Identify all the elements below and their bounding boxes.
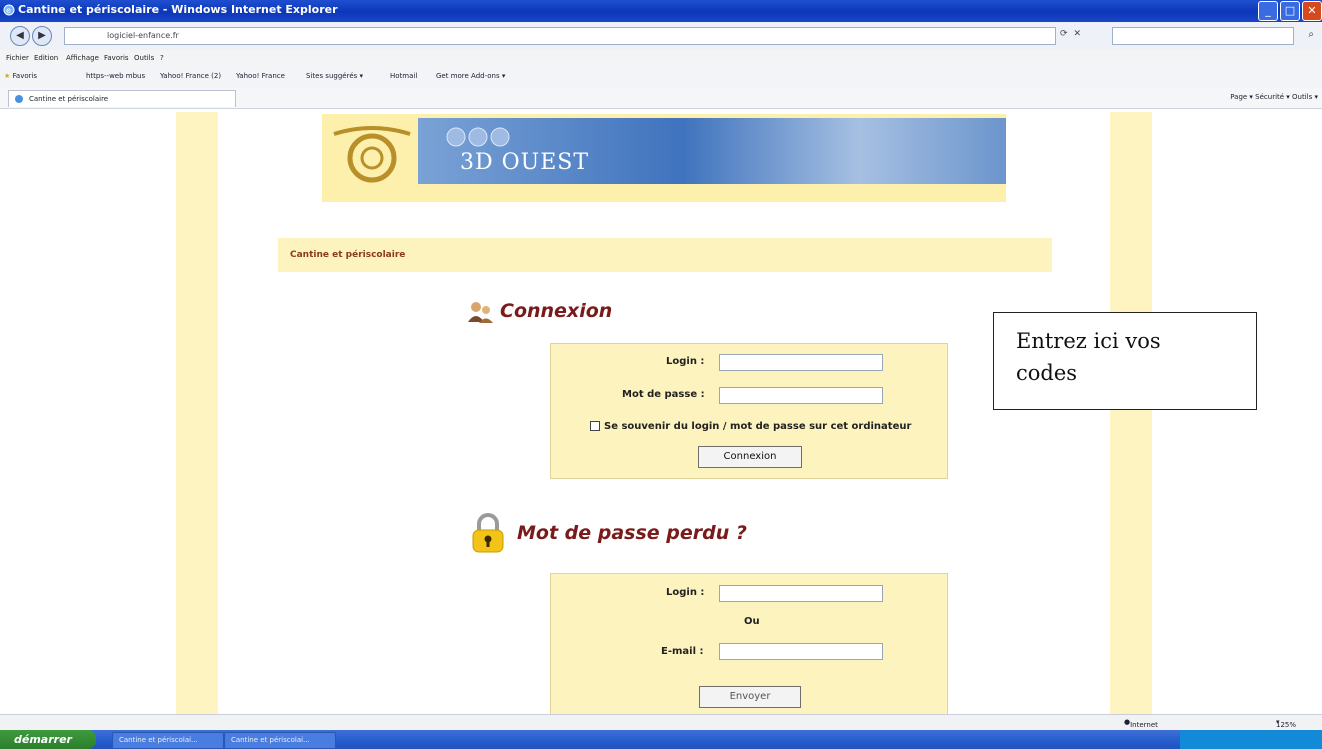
fav-link-https[interactable]: https--web mbus [86,72,145,80]
start-button[interactable]: démarrer [0,730,96,749]
favorites-label: Favoris [12,72,38,80]
url-text: logiciel-enfance.fr [107,31,179,40]
system-tray [1180,730,1322,749]
padlock-icon [472,513,504,553]
callout-line-1: Entrez ici vos [1016,329,1161,353]
menu-item-affichage[interactable]: Affichage [66,54,99,62]
maximize-button[interactable]: □ [1280,1,1300,21]
taskbar: démarrer Cantine et périscolai... Cantin… [0,730,1322,749]
status-bar: ● Internet 125% ▾ [0,714,1322,731]
ie-tab-icon [15,95,23,103]
menu-item-outils[interactable]: Outils [134,54,154,62]
banner-circles [446,127,510,147]
users-icon [468,302,493,323]
ie-icon: e [3,4,15,16]
zone-label: Internet [1130,721,1158,729]
remember-checkbox[interactable] [590,421,600,431]
connexion-title: Connexion [500,300,613,322]
password-input[interactable] [719,387,883,404]
fav-link-yahoo[interactable]: Yahoo! France [236,72,285,80]
taskbar-item-2[interactable]: Cantine et périscolai... [224,732,336,749]
remember-label: Se souvenir du login / mot de passe sur … [604,421,912,432]
email-label: E-mail : [661,646,704,657]
tab-label: Cantine et périscolaire [29,95,109,103]
banner-text: 3D OUEST [460,150,590,175]
callout-line-2: codes [1016,361,1078,385]
lost-password-title: Mot de passe perdu ? [517,522,747,544]
zoom-control[interactable]: 125% ▾ [1276,718,1296,729]
internet-zone: ● Internet [1124,718,1158,729]
instruction-callout: Entrez ici vos codes [993,312,1257,410]
fav-link-hotmail[interactable]: Hotmail [390,72,417,80]
address-bar: ◀ ▶ logiciel-enfance.fr ⟳ ✕ ⌕ [0,22,1322,51]
command-bar[interactable]: Page ▾ Sécurité ▾ Outils ▾ [1230,93,1318,101]
menu-bar: Fichier Edition Affichage Favoris Outils… [0,50,1322,66]
menu-item-edition[interactable]: Edition [34,54,58,62]
url-input[interactable]: logiciel-enfance.fr [64,27,1056,45]
fav-link-addons[interactable]: Get more Add-ons ▾ [436,72,505,80]
or-label: Ou [744,616,760,627]
left-page-strip [176,112,218,714]
recover-login-label: Login : [666,587,705,598]
logo [333,126,411,183]
send-button[interactable]: Envoyer [699,686,801,708]
site-title: Cantine et périscolaire [290,250,406,260]
refresh-icon[interactable]: ⟳ [1060,29,1068,39]
menu-item-help[interactable]: ? [160,54,164,62]
recover-login-input[interactable] [719,585,883,602]
favorites-bar: ★ Favoris https--web mbus Yahoo! France … [0,66,1322,89]
svg-text:e: e [6,6,11,15]
password-label: Mot de passe : [622,389,705,400]
title-bar: e Cantine et périscolaire - Windows Inte… [0,0,1322,22]
menu-item-favoris[interactable]: Favoris [104,54,129,62]
zoom-label: 125% [1276,721,1297,729]
star-icon: ★ [4,72,11,80]
right-page-strip [1110,112,1152,714]
connexion-button[interactable]: Connexion [698,446,802,468]
back-icon[interactable]: ◀ [10,26,30,46]
login-label: Login : [666,356,705,367]
menu-item-fichier[interactable]: Fichier [6,54,29,62]
fav-link-yahoo-2[interactable]: Yahoo! France (2) [160,72,221,80]
favorites-button[interactable]: ★ Favoris [4,72,37,80]
forward-icon[interactable]: ▶ [32,26,52,46]
fav-link-suggested[interactable]: Sites suggérés ▾ [306,72,363,80]
tab-cantine[interactable]: Cantine et périscolaire [8,90,236,107]
stop-icon[interactable]: ✕ [1074,29,1082,39]
login-input[interactable] [719,354,883,371]
close-button[interactable]: ✕ [1302,1,1322,21]
taskbar-item-1[interactable]: Cantine et périscolai... [112,732,224,749]
minimize-button[interactable]: _ [1258,1,1278,21]
search-input[interactable] [1112,27,1294,45]
email-input[interactable] [719,643,883,660]
window-title: Cantine et périscolaire - Windows Intern… [18,3,338,16]
remember-option[interactable]: Se souvenir du login / mot de passe sur … [590,421,911,432]
search-icon[interactable]: ⌕ [1308,29,1314,40]
tab-bar: Cantine et périscolaire Page ▾ Sécurité … [0,88,1322,109]
